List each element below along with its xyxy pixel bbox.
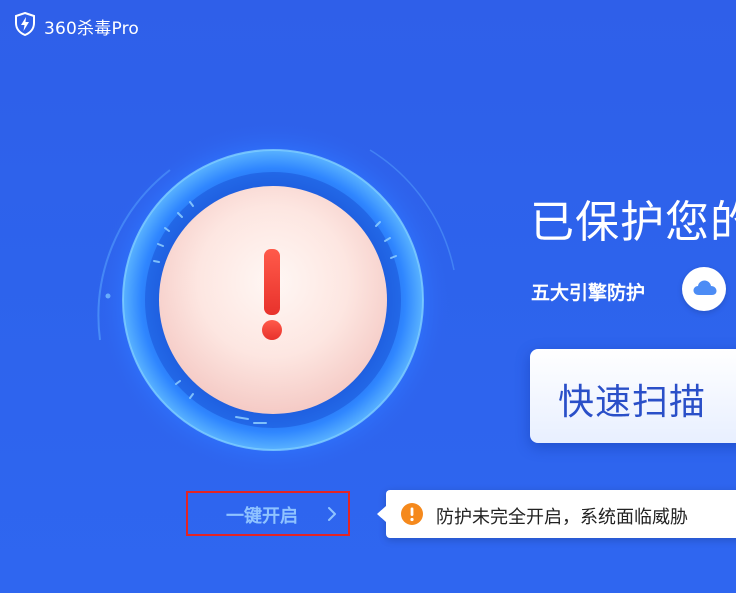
engine-badge[interactable]: [682, 267, 726, 311]
warning-icon: [401, 503, 423, 525]
warning-text: 防护未完全开启，系统面临威胁: [436, 507, 688, 528]
quick-scan-button[interactable]: 快速扫描: [530, 349, 736, 443]
cloud-icon: [693, 280, 717, 295]
title-bar: 360杀毒Pro: [0, 0, 736, 52]
chevron-right-icon: [328, 507, 336, 521]
engines-label: 五大引擎防护: [531, 282, 646, 304]
one-key-enable-label: 一键开启: [226, 506, 298, 527]
quick-scan-label: 快速扫描: [558, 382, 707, 423]
protection-warning-tooltip: 防护未完全开启，系统面临威胁: [377, 490, 736, 538]
shield-lightning-icon: [15, 12, 35, 36]
app-title: 360杀毒Pro: [44, 19, 140, 39]
protection-headline: 已保护您的: [530, 197, 736, 248]
exclamation-icon: [262, 249, 282, 340]
protection-status-graphic: [70, 110, 490, 490]
one-key-enable-link[interactable]: 一键开启: [186, 491, 350, 536]
